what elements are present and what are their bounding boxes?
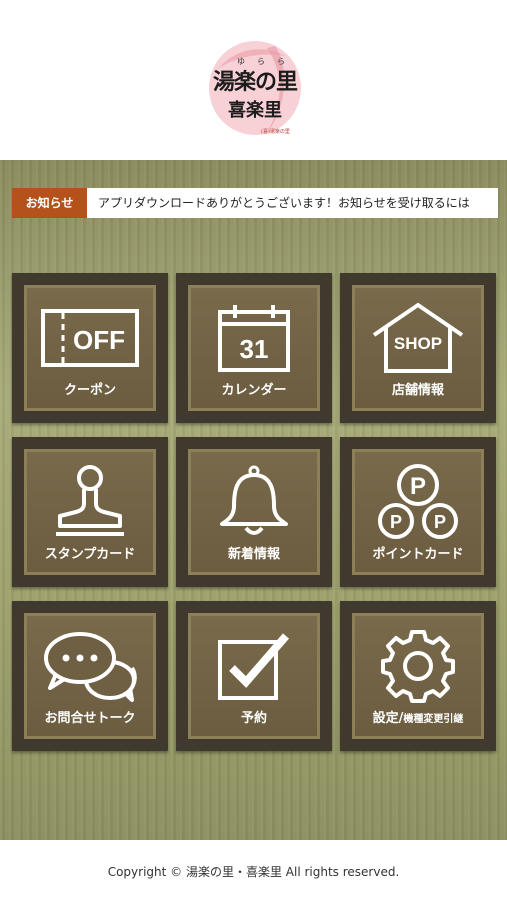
tile-frame: SHOP 店舗情報	[352, 285, 484, 411]
header: ゆらら 湯楽の里 喜楽里 (喜)湯楽の里	[0, 0, 507, 160]
copyright-text: Copyright © 湯楽の里・喜楽里 All rights reserved…	[107, 865, 400, 879]
tile-label: クーポン	[63, 383, 116, 398]
tile-label: ポイントカード	[372, 547, 464, 562]
tile-frame: OFF クーポン	[24, 285, 156, 411]
coupon-off-icon: OFF	[27, 298, 153, 378]
coupon-off-text: OFF	[73, 325, 125, 355]
tile-frame: お問合せトーク	[24, 613, 156, 739]
footer: Copyright © 湯楽の里・喜楽里 All rights reserved…	[0, 840, 507, 900]
points-icon-text-right: P	[434, 512, 446, 532]
calendar-icon: 31	[191, 298, 317, 378]
tile-stamp-card[interactable]: スタンプカード	[12, 437, 168, 587]
calendar-day-text: 31	[240, 334, 269, 364]
brand-logo: ゆらら 湯楽の里 喜楽里 (喜)湯楽の里	[205, 38, 305, 142]
tile-label: 予約	[240, 711, 267, 726]
news-text[interactable]: アプリダウンロードありがとうございます！お知らせを受け取るには	[98, 188, 498, 218]
main-menu-area: お知らせ アプリダウンロードありがとうございます！お知らせを受け取るには OFF…	[0, 160, 507, 840]
tile-label: スタンプカード	[44, 547, 136, 562]
stamp-icon	[27, 462, 153, 542]
tile-frame: 設定/機種変更引継	[352, 613, 484, 739]
points-icon-text: P	[410, 473, 426, 500]
tile-frame: P P P ポイントカード	[352, 449, 484, 575]
tile-news[interactable]: 新着情報	[176, 437, 332, 587]
tile-frame: 予約	[188, 613, 320, 739]
tile-settings[interactable]: 設定/機種変更引継	[340, 601, 496, 751]
checkbox-icon	[191, 626, 317, 706]
tile-label: 設定/機種変更引継	[355, 707, 481, 726]
tile-label: 店舗情報	[391, 383, 444, 398]
bell-icon	[191, 462, 317, 542]
gear-icon	[355, 626, 481, 706]
points-icon: P P P	[355, 462, 481, 542]
tile-calendar[interactable]: 31 カレンダー	[176, 273, 332, 423]
news-tag: お知らせ	[12, 188, 87, 218]
tile-reservation[interactable]: 予約	[176, 601, 332, 751]
tile-label: 新着情報	[227, 547, 280, 562]
news-ticker[interactable]: お知らせ アプリダウンロードありがとうございます！お知らせを受け取るには	[12, 188, 498, 218]
tile-frame: 31 カレンダー	[188, 285, 320, 411]
tile-coupon[interactable]: OFF クーポン	[12, 273, 168, 423]
tile-label: お問合せトーク	[44, 711, 136, 726]
chat-icon	[27, 626, 153, 706]
tile-frame: 新着情報	[188, 449, 320, 575]
logo-title: 湯楽の里	[212, 69, 298, 95]
logo-subtitle: 喜楽里	[228, 100, 282, 121]
shop-icon-text: SHOP	[394, 334, 442, 353]
tile-frame: スタンプカード	[24, 449, 156, 575]
shop-icon: SHOP	[355, 298, 481, 378]
tile-point-card[interactable]: P P P ポイントカード	[340, 437, 496, 587]
tile-label-main: 設定/	[372, 711, 404, 726]
tile-label: カレンダー	[221, 383, 287, 398]
logo-tagline: (喜)湯楽の里	[261, 129, 290, 135]
tile-label-small: 機種変更引継	[403, 714, 464, 725]
tile-inquiry-talk[interactable]: お問合せトーク	[12, 601, 168, 751]
tile-shop-info[interactable]: SHOP 店舗情報	[340, 273, 496, 423]
points-icon-text-left: P	[390, 512, 402, 532]
